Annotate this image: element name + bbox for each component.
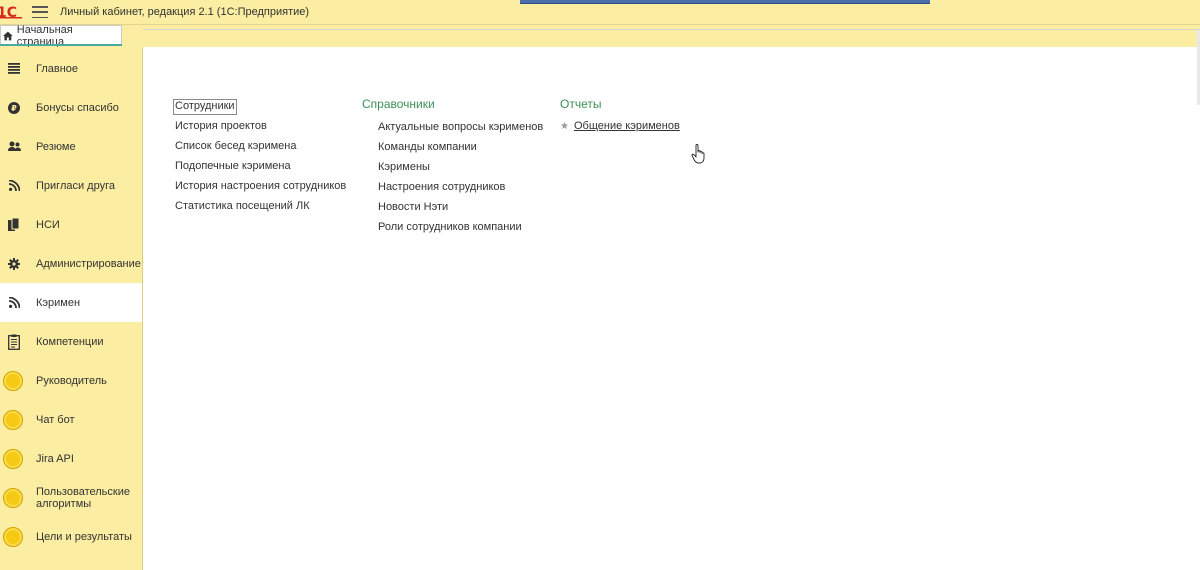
sidebar-item-label: НСИ xyxy=(36,218,60,231)
sidebar-item-label: Администрирование xyxy=(36,257,141,270)
sidebar-item-label: Главное xyxy=(36,62,79,75)
sidebar-item-bonuses[interactable]: ₽ Бонусы спасибо xyxy=(0,88,142,127)
link-mood-history[interactable]: История настроения сотрудников xyxy=(175,179,346,199)
sidebar: Главное ₽ Бонусы спасибо Резюме Пригласи… xyxy=(0,47,143,570)
link-kerimens[interactable]: Кэримены xyxy=(378,160,543,180)
ruble-coin-icon: ₽ xyxy=(7,101,21,115)
link-kerimen-communication-text[interactable]: Общение кэрименов xyxy=(574,120,680,132)
link-employees[interactable]: Сотрудники xyxy=(173,99,346,119)
link-actual-questions[interactable]: Актуальные вопросы кэрименов xyxy=(378,120,543,140)
coin-icon xyxy=(3,448,23,469)
sidebar-item-jira-api[interactable]: Jira API xyxy=(0,439,142,478)
reports-heading: Отчеты xyxy=(560,97,602,111)
link-employee-roles[interactable]: Роли сотрудников компании xyxy=(378,220,543,240)
sidebar-item-goals-results[interactable]: Цели и результаты xyxy=(0,517,142,556)
window-accent-bar xyxy=(520,0,930,4)
sidebar-item-kerimen[interactable]: Кэримен xyxy=(0,283,142,322)
link-employees-text[interactable]: Сотрудники xyxy=(173,99,237,115)
link-project-history[interactable]: История проектов xyxy=(175,119,346,139)
main-menu-icon[interactable] xyxy=(32,5,48,19)
column-catalogs: Справочники Актуальные вопросы кэрименов… xyxy=(362,97,543,240)
sidebar-item-label: Кэримен xyxy=(36,296,81,309)
link-company-teams[interactable]: Команды компании xyxy=(378,140,543,160)
sidebar-item-competencies[interactable]: Компетенции xyxy=(0,322,142,361)
sidebar-item-label: Jira API xyxy=(36,452,74,465)
sidebar-item-resume[interactable]: Резюме xyxy=(0,127,142,166)
tab-home[interactable]: Начальная страница xyxy=(0,24,122,48)
link-visit-statistics[interactable]: Статистика посещений ЛК xyxy=(175,199,346,219)
sidebar-item-label: Пригласи друга xyxy=(36,179,115,192)
star-icon: ★ xyxy=(560,120,569,132)
link-employee-moods[interactable]: Настроения сотрудников xyxy=(378,180,543,200)
rss-icon xyxy=(7,296,21,310)
coin-icon xyxy=(3,487,23,508)
home-icon xyxy=(2,31,13,40)
sidebar-item-label: Пользовательские алгоритмы xyxy=(36,485,130,510)
link-neti-news[interactable]: Новости Нэти xyxy=(378,200,543,220)
sidebar-item-user-algorithms[interactable]: Пользовательские алгоритмы xyxy=(0,478,142,517)
catalogs-heading: Справочники xyxy=(362,97,435,111)
gear-icon xyxy=(7,257,21,271)
sidebar-item-administration[interactable]: Администрирование xyxy=(0,244,142,283)
rss-icon xyxy=(7,179,21,193)
sidebar-item-label: Бонусы спасибо xyxy=(36,101,119,114)
sidebar-item-chat-bot[interactable]: Чат бот xyxy=(0,400,142,439)
active-tab-indicator xyxy=(0,44,122,46)
sidebar-item-label: Компетенции xyxy=(36,335,104,348)
sidebar-item-main[interactable]: Главное xyxy=(0,49,142,88)
link-kerimen-wards[interactable]: Подопечные кэримена xyxy=(175,159,346,179)
sidebar-item-label: Резюме xyxy=(36,140,76,153)
window-title: Личный кабинет, редакция 2.1 (1С:Предпри… xyxy=(60,6,310,18)
coin-icon xyxy=(3,526,23,547)
documents-icon xyxy=(7,218,21,232)
link-kerimen-conversations[interactable]: Список бесед кэримена xyxy=(175,139,346,159)
link-kerimen-communication[interactable]: ★ Общение кэрименов xyxy=(560,120,680,132)
logo-text: 1С xyxy=(0,5,17,19)
column-reports: Отчеты ★ Общение кэрименов xyxy=(560,97,680,132)
svg-text:₽: ₽ xyxy=(11,104,17,113)
menu-lines-icon xyxy=(7,62,21,76)
sidebar-item-manager[interactable]: Руководитель xyxy=(0,361,142,400)
sidebar-item-label: Руководитель xyxy=(36,374,107,387)
content-divider xyxy=(143,29,1200,30)
sidebar-item-label: Цели и результаты xyxy=(36,530,132,543)
sidebar-item-invite-friend[interactable]: Пригласи друга xyxy=(0,166,142,205)
sidebar-item-label: Чат бот xyxy=(36,413,75,426)
1c-logo-icon[interactable]: 1С xyxy=(0,5,22,19)
sidebar-item-nsi[interactable]: НСИ xyxy=(0,205,142,244)
hand-cursor-icon xyxy=(691,144,705,164)
coin-icon xyxy=(3,370,23,391)
clipboard-icon xyxy=(7,334,21,350)
coin-icon xyxy=(3,409,23,430)
column-main: Сотрудники История проектов Список бесед… xyxy=(173,99,346,219)
users-icon xyxy=(7,140,21,154)
